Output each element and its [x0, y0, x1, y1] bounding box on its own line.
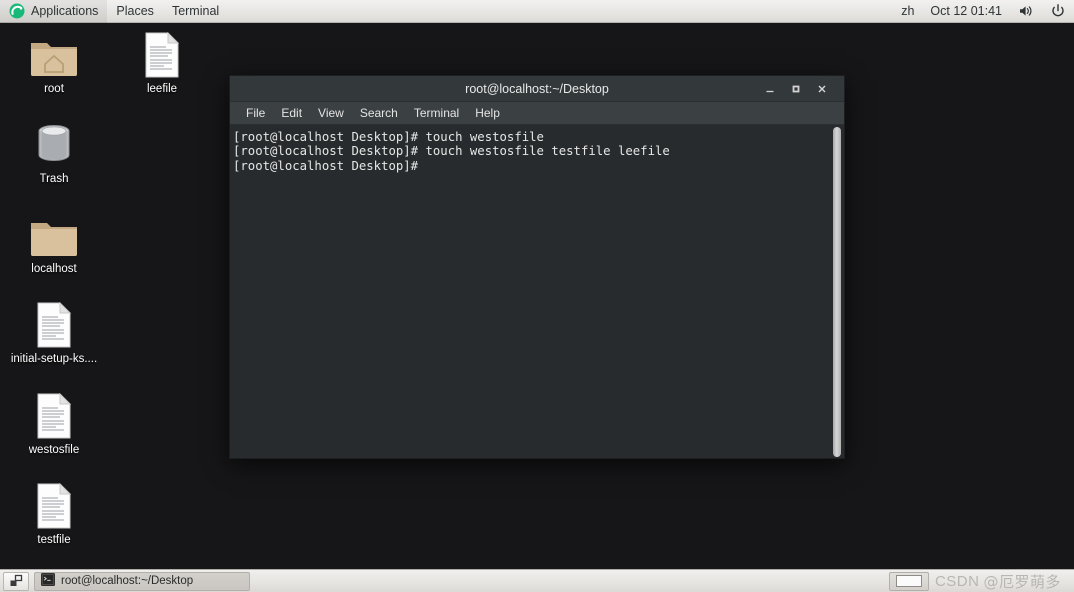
document-icon [36, 298, 72, 348]
volume-icon [1018, 3, 1034, 19]
show-desktop-button[interactable] [3, 571, 29, 591]
desktop-screen: Applications Places Terminal zh Oct 12 0… [0, 0, 1074, 592]
desktop-icon-trash[interactable]: Trash [2, 118, 106, 186]
clock-label: Oct 12 01:41 [930, 4, 1002, 18]
terminal-menu-terminal[interactable]: Terminal [406, 104, 467, 122]
terminal-window[interactable]: root@localhost:~/Desktop File Edit View … [229, 75, 845, 459]
terminal-text: [root@localhost Desktop]# touch westosfi… [233, 130, 670, 173]
terminal-icon [41, 573, 55, 589]
terminal-scrollbar-thumb[interactable] [833, 127, 841, 457]
window-controls [757, 76, 844, 102]
show-desktop-icon [10, 574, 22, 586]
close-button[interactable] [809, 78, 835, 100]
clock[interactable]: Oct 12 01:41 [922, 0, 1010, 23]
folder-icon [29, 208, 79, 258]
terminal-menu-bar: File Edit View Search Terminal Help [230, 102, 844, 125]
terminal-menu-view[interactable]: View [310, 104, 352, 122]
workspace-1[interactable] [895, 575, 922, 587]
workspace-switcher[interactable] [888, 571, 929, 591]
desktop-icon-localhost[interactable]: localhost [2, 208, 106, 276]
terminal-menu-file[interactable]: File [238, 104, 273, 122]
desktop-icon-label: root [44, 83, 64, 95]
minimize-button[interactable] [757, 78, 783, 100]
input-method-indicator[interactable]: zh [893, 0, 922, 23]
terminal-title-bar[interactable]: root@localhost:~/Desktop [230, 76, 844, 102]
taskbar-status-area: CSDN @厄罗萌多 [888, 571, 1071, 592]
watermark: CSDN @厄罗萌多 [935, 571, 1071, 592]
desktop-icon-westosfile[interactable]: westosfile [2, 389, 106, 457]
document-icon [36, 389, 72, 439]
desktop-icon-testfile[interactable]: testfile [2, 479, 106, 547]
terminal-menu[interactable]: Terminal [163, 0, 228, 23]
panel-status-area: zh Oct 12 01:41 [893, 0, 1074, 23]
places-menu[interactable]: Places [107, 0, 163, 23]
input-method-label: zh [901, 4, 915, 18]
maximize-button[interactable] [783, 78, 809, 100]
desktop-icon-label: leefile [146, 83, 178, 95]
desktop-icon-label: Trash [39, 173, 69, 185]
terminal-output-area[interactable]: [root@localhost Desktop]# touch westosfi… [230, 125, 844, 458]
terminal-menu-help[interactable]: Help [467, 104, 508, 122]
applications-menu[interactable]: Applications [0, 0, 108, 23]
places-menu-label: Places [116, 4, 154, 18]
taskbar: root@localhost:~/Desktop CSDN @厄罗萌多 [0, 569, 1074, 592]
desktop-icon-root[interactable]: root [2, 28, 106, 96]
desktop-icon-label: testfile [37, 534, 71, 546]
top-panel: Applications Places Terminal zh Oct 12 0… [0, 0, 1074, 23]
taskbar-window-label: root@localhost:~/Desktop [61, 575, 194, 587]
taskbar-window-button[interactable]: root@localhost:~/Desktop [34, 571, 250, 591]
watermark-user: @厄罗萌多 [983, 572, 1061, 591]
trash-icon [33, 118, 75, 168]
desktop-icon-label: initial-setup-ks.... [10, 353, 98, 365]
terminal-menu-search[interactable]: Search [352, 104, 406, 122]
close-icon [818, 85, 826, 92]
applications-menu-label: Applications [31, 4, 99, 18]
desktop-icon-label: westosfile [28, 444, 80, 456]
document-icon [36, 479, 72, 529]
terminal-menu-edit[interactable]: Edit [273, 104, 310, 122]
document-icon [144, 28, 180, 78]
home-folder-icon [29, 28, 79, 78]
minimize-icon [766, 90, 774, 92]
watermark-brand: CSDN [934, 572, 980, 590]
maximize-icon [792, 85, 800, 92]
power-button[interactable] [1042, 0, 1074, 23]
terminal-title: root@localhost:~/Desktop [465, 81, 609, 96]
terminal-menu-label: Terminal [171, 4, 220, 18]
volume-button[interactable] [1010, 0, 1042, 23]
desktop-icon-leefile[interactable]: leefile [110, 28, 214, 96]
centos-logo-icon [9, 3, 25, 19]
terminal-scrollbar[interactable] [830, 125, 844, 458]
desktop-icon-label: localhost [31, 263, 77, 275]
desktop-icon-initial-setup-ks[interactable]: initial-setup-ks.... [2, 298, 106, 366]
power-icon [1050, 3, 1066, 19]
